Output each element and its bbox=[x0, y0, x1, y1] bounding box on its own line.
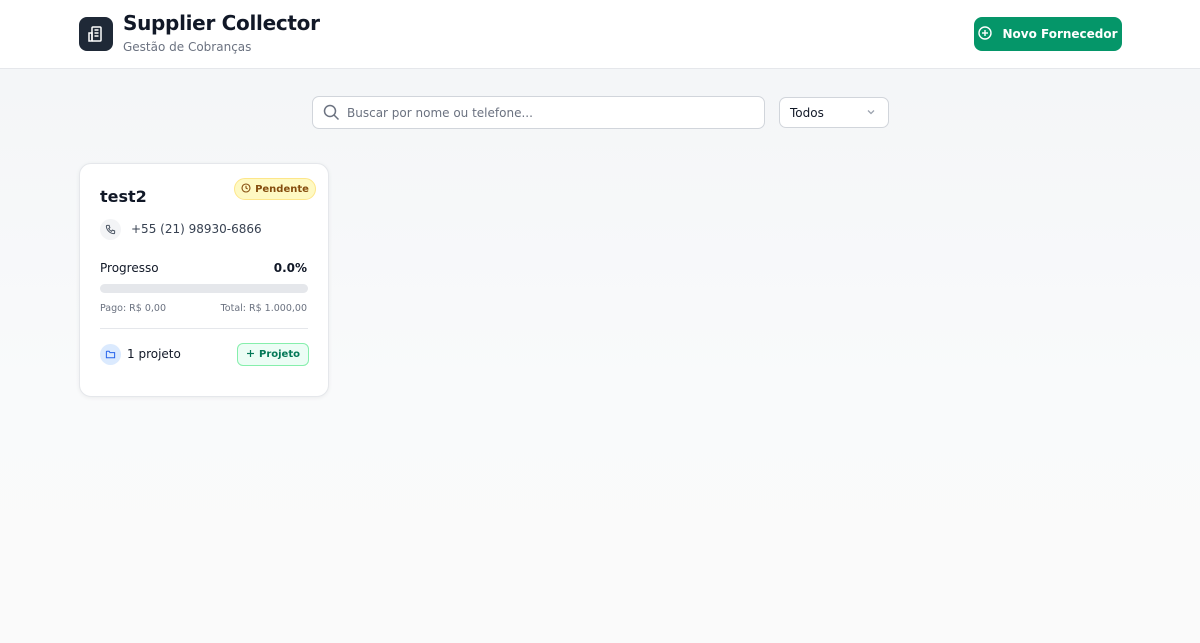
search-input[interactable] bbox=[347, 97, 757, 128]
progress-value: 0.0% bbox=[273, 261, 307, 275]
supplier-card[interactable]: test2 Pendente +55 (21) 98930-6866 Progr… bbox=[79, 163, 329, 397]
supplier-name: test2 bbox=[100, 187, 147, 206]
app-subtitle: Gestão de Cobranças bbox=[123, 40, 252, 54]
paid-amount: Pago: R$ 0,00 bbox=[100, 303, 167, 314]
building-icon bbox=[79, 17, 113, 51]
search-icon bbox=[323, 104, 340, 125]
add-project-label: Projeto bbox=[259, 349, 300, 360]
status-label: Pendente bbox=[255, 183, 309, 195]
supplier-phone: +55 (21) 98930-6866 bbox=[131, 222, 262, 236]
projects-count: 1 projeto bbox=[127, 347, 181, 361]
new-supplier-button[interactable]: Novo Fornecedor bbox=[974, 17, 1122, 51]
filter-selected-value: Todos bbox=[790, 105, 824, 120]
card-divider bbox=[100, 328, 308, 329]
app-title: Supplier Collector bbox=[123, 11, 320, 35]
add-project-button[interactable]: Projeto bbox=[237, 343, 309, 366]
search-box[interactable] bbox=[312, 96, 765, 129]
total-amount: Total: R$ 1.000,00 bbox=[220, 303, 307, 314]
chevron-down-icon bbox=[866, 106, 876, 120]
status-filter-select[interactable]: Todos bbox=[779, 97, 889, 128]
app-header: Supplier Collector Gestão de Cobranças N… bbox=[0, 0, 1200, 69]
folder-icon bbox=[100, 344, 121, 365]
plus-circle-icon bbox=[978, 25, 993, 43]
status-badge: Pendente bbox=[234, 178, 316, 200]
phone-icon bbox=[100, 219, 121, 240]
new-supplier-label: Novo Fornecedor bbox=[1002, 27, 1118, 41]
plus-icon bbox=[246, 349, 255, 361]
clock-icon bbox=[241, 182, 251, 196]
progress-bar bbox=[100, 284, 308, 293]
progress-label: Progresso bbox=[100, 261, 159, 275]
